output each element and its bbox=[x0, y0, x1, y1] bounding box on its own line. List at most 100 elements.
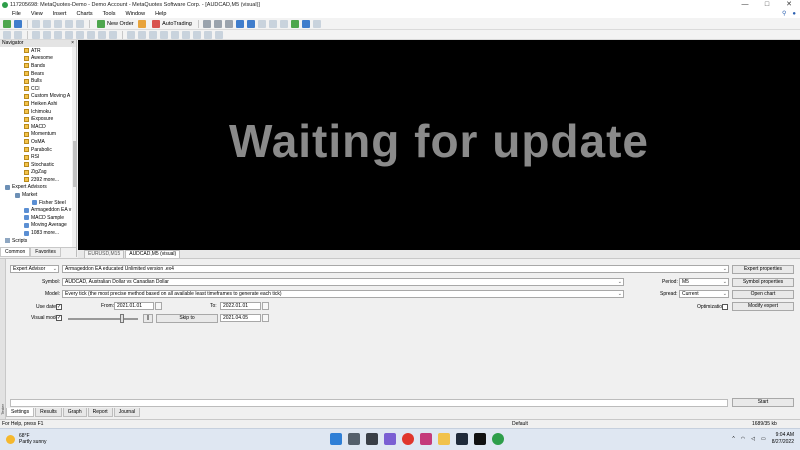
tile-windows-icon[interactable] bbox=[258, 19, 267, 28]
menu-insert[interactable]: Insert bbox=[48, 10, 72, 18]
new-order-button[interactable]: New Order bbox=[96, 19, 134, 28]
to-date-field[interactable]: 2022.01.01 bbox=[220, 302, 261, 310]
period-m30-icon[interactable] bbox=[160, 30, 168, 39]
skip-to-button[interactable]: Skip to bbox=[156, 314, 218, 323]
tree-expert-item[interactable]: Armageddon EA v bbox=[0, 206, 76, 214]
tree-indicator-item[interactable]: CCI bbox=[0, 85, 76, 93]
tree-indicator-item[interactable]: iExposure bbox=[0, 115, 76, 123]
visual-mode-checkbox[interactable] bbox=[56, 315, 62, 321]
navigator-close-icon[interactable]: × bbox=[71, 40, 76, 47]
tree-indicator-item[interactable]: Bands bbox=[0, 62, 76, 70]
market-watch-icon[interactable] bbox=[32, 19, 40, 28]
chat-icon[interactable] bbox=[384, 433, 396, 445]
period-select[interactable]: M5 ⌄ bbox=[679, 278, 729, 286]
opera-icon[interactable] bbox=[402, 433, 414, 445]
period-m5-icon[interactable] bbox=[138, 30, 146, 39]
tree-market-item[interactable]: Fisher Steel bbox=[0, 199, 76, 207]
chart-shift-icon[interactable] bbox=[280, 19, 289, 28]
tree-indicator-item[interactable]: MACD bbox=[0, 123, 76, 131]
volume-icon[interactable]: ◁ bbox=[751, 436, 755, 442]
tree-expert-item[interactable]: MACD Sample bbox=[0, 214, 76, 222]
arrows-icon[interactable] bbox=[109, 30, 117, 39]
data-window-icon[interactable] bbox=[43, 19, 51, 28]
tree-indicator-item[interactable]: Bulls bbox=[0, 77, 76, 85]
close-button[interactable]: ✕ bbox=[778, 0, 800, 10]
menu-window[interactable]: Window bbox=[121, 10, 151, 18]
fibonacci-icon[interactable] bbox=[76, 30, 84, 39]
tree-indicator-item[interactable]: Momentum bbox=[0, 131, 76, 139]
cursor-icon[interactable] bbox=[3, 30, 11, 39]
task-view-icon[interactable] bbox=[366, 433, 378, 445]
profiles-icon[interactable] bbox=[14, 19, 22, 28]
period-w1-icon[interactable] bbox=[204, 30, 212, 39]
text-icon[interactable] bbox=[87, 30, 95, 39]
menu-view[interactable]: View bbox=[26, 10, 48, 18]
use-date-checkbox[interactable] bbox=[56, 304, 62, 310]
period-h4-icon[interactable] bbox=[182, 30, 190, 39]
auto-scroll-icon[interactable] bbox=[269, 19, 278, 28]
bar-chart-icon[interactable] bbox=[203, 19, 212, 28]
period-m1-icon[interactable] bbox=[127, 30, 135, 39]
zoom-out-icon[interactable] bbox=[247, 19, 256, 28]
tree-indicator-item[interactable]: RSI bbox=[0, 153, 76, 161]
open-chart-button[interactable]: Open chart bbox=[732, 290, 794, 299]
windows-start-icon[interactable] bbox=[330, 433, 342, 445]
horizontal-line-icon[interactable] bbox=[43, 30, 51, 39]
minimize-button[interactable]: — bbox=[734, 0, 756, 10]
visual-speed-slider[interactable] bbox=[68, 318, 138, 320]
metatrader-taskbar-icon[interactable] bbox=[492, 433, 504, 445]
tree-indicator-item[interactable]: Custom Moving A bbox=[0, 93, 76, 101]
period-d1-icon[interactable] bbox=[193, 30, 201, 39]
candlestick-icon[interactable] bbox=[214, 19, 223, 28]
battery-icon[interactable]: ▭ bbox=[761, 436, 766, 442]
tree-expert-advisors[interactable]: Expert Advisors bbox=[0, 184, 76, 192]
tree-indicator-item[interactable]: Awesome bbox=[0, 55, 76, 63]
search-icon[interactable]: ⚲ bbox=[782, 10, 786, 18]
zoom-in-icon[interactable] bbox=[236, 19, 245, 28]
tree-indicator-item[interactable]: ATR bbox=[0, 47, 76, 55]
file-explorer-icon[interactable] bbox=[438, 433, 450, 445]
scrollbar-thumb[interactable] bbox=[72, 141, 76, 187]
navigator-icon[interactable] bbox=[54, 19, 62, 28]
modify-expert-button[interactable]: Modify expert bbox=[732, 302, 794, 311]
tab-favorites[interactable]: Favorites bbox=[30, 248, 61, 257]
from-date-field[interactable]: 2021.01.01 bbox=[114, 302, 154, 310]
calendar-icon[interactable] bbox=[262, 302, 269, 310]
tab-results[interactable]: Results bbox=[35, 408, 62, 417]
period-mn-icon[interactable] bbox=[215, 30, 223, 39]
trendline-icon[interactable] bbox=[54, 30, 62, 39]
metaeditor-icon[interactable] bbox=[138, 19, 147, 28]
tab-common[interactable]: Common bbox=[0, 248, 31, 257]
periods-icon[interactable] bbox=[302, 19, 311, 28]
calendar-icon[interactable] bbox=[155, 302, 162, 310]
label-icon[interactable] bbox=[98, 30, 106, 39]
tab-journal[interactable]: Journal bbox=[113, 408, 141, 417]
search-icon[interactable] bbox=[348, 433, 360, 445]
spread-select[interactable]: Current ⌄ bbox=[679, 290, 729, 298]
tree-expert-item[interactable]: Moving Average bbox=[0, 222, 76, 230]
weather-widget[interactable]: 68°F Partly sunny bbox=[6, 433, 47, 445]
period-m15-icon[interactable] bbox=[149, 30, 157, 39]
terminal-icon[interactable] bbox=[65, 19, 73, 28]
slider-thumb[interactable] bbox=[120, 314, 124, 323]
period-h1-icon[interactable] bbox=[171, 30, 179, 39]
autotrading-button[interactable]: AutoTrading bbox=[151, 19, 192, 28]
media-app-icon[interactable] bbox=[420, 433, 432, 445]
skip-to-date-field[interactable]: 2021.04.05 bbox=[220, 314, 261, 322]
symbol-select[interactable]: AUDCAD, Australian Dollar vs Canadian Do… bbox=[62, 278, 624, 286]
model-select[interactable]: Every tick (the most precise method base… bbox=[62, 290, 624, 298]
expert-select[interactable]: Armageddon EA educated Unlimited version… bbox=[62, 265, 729, 273]
tree-indicator-item[interactable]: ZigZag bbox=[0, 169, 76, 177]
new-chart-icon[interactable] bbox=[3, 19, 11, 28]
tab-graph[interactable]: Graph bbox=[62, 408, 87, 417]
tree-indicator-item[interactable]: Bears bbox=[0, 70, 76, 78]
video-app-icon[interactable] bbox=[456, 433, 468, 445]
indicators-icon[interactable] bbox=[291, 19, 300, 28]
tester-icon[interactable] bbox=[76, 19, 84, 28]
menu-help[interactable]: Help bbox=[150, 10, 171, 18]
maximize-button[interactable]: □ bbox=[756, 0, 778, 10]
vertical-line-icon[interactable] bbox=[32, 30, 40, 39]
tradingview-icon[interactable] bbox=[474, 433, 486, 445]
test-type-select[interactable]: Expert Advisor ⌄ bbox=[10, 265, 59, 273]
clock[interactable]: 9:04 AM 8/27/2022 bbox=[772, 432, 794, 445]
